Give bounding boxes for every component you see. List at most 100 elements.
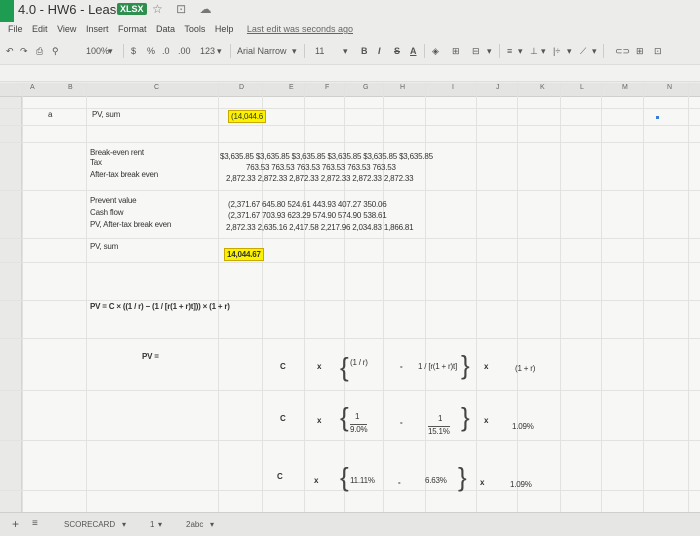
last-edit-link[interactable]: Last edit was seconds ago [247, 24, 353, 34]
all-sheets-icon[interactable]: ≡ [32, 518, 38, 529]
multiplier-value-2[interactable]: 1.09% [510, 480, 532, 489]
tab-chevron-icon[interactable]: ▾ [158, 520, 162, 529]
column-header-g[interactable]: G [363, 84, 368, 91]
tax-label[interactable]: Tax [90, 158, 102, 167]
redo-icon[interactable]: ↷ [20, 46, 28, 57]
column-header-h[interactable]: H [400, 84, 405, 91]
insert-chart-icon[interactable]: ⊡ [654, 46, 662, 57]
c-cell-2[interactable]: C [280, 414, 286, 423]
aftertax-label[interactable]: After-tax break even [90, 170, 158, 179]
merge-chevron-icon[interactable]: ▾ [487, 46, 492, 57]
menu-format[interactable]: Format [118, 24, 147, 34]
vertical-align-icon[interactable]: ⊥ [530, 46, 538, 57]
fill-color-icon[interactable]: ◈ [432, 46, 439, 57]
tab-chevron-icon[interactable]: ▾ [122, 520, 126, 529]
multiplier-value-1[interactable]: 1.09% [512, 422, 534, 431]
text-wrap-icon[interactable]: |÷ [553, 46, 560, 56]
rate-value[interactable]: 9.0% [350, 424, 368, 434]
pv-sum-cell[interactable]: (14,044.6 [228, 110, 267, 123]
text-color-button[interactable]: A [410, 46, 417, 56]
currency-button[interactable]: $ [131, 46, 136, 56]
annuity-expression[interactable]: 1 / [r(1 + r)t] [418, 362, 457, 371]
column-header-i[interactable]: I [452, 84, 454, 91]
breakeven-row[interactable]: $3,635.85 $3,635.85 $3,635.85 $3,635.85 … [220, 152, 433, 161]
pv-sum-label[interactable]: PV, sum [92, 110, 120, 119]
merge-cells-icon[interactable]: ⊟ [472, 46, 480, 57]
prevent-value-label[interactable]: Prevent value [90, 196, 137, 205]
pv-sum-label-2[interactable]: PV, sum [90, 242, 118, 251]
minus-cell-2[interactable]: - [400, 418, 403, 427]
pv-equals-label[interactable]: PV = [142, 352, 159, 361]
column-header-j[interactable]: J [496, 84, 500, 91]
minus-cell-3[interactable]: - [398, 478, 401, 487]
rotation-chevron-icon[interactable]: ▾ [592, 46, 597, 57]
breakeven-label[interactable]: Break-even rent [90, 148, 144, 157]
increase-decimal-button[interactable]: .00 [178, 46, 191, 56]
paint-format-icon[interactable]: ⚲ [52, 46, 59, 57]
tax-row[interactable]: 763.53 763.53 763.53 763.53 763.53 763.5… [246, 163, 396, 172]
column-header-e[interactable]: E [289, 84, 294, 91]
sheet-tab-1[interactable]: 1 [150, 520, 154, 529]
add-sheet-button[interactable]: + [12, 517, 19, 531]
denominator-value[interactable]: 15.1% [428, 426, 450, 436]
pv-formula[interactable]: PV = C × ((1 / r) − (1 / [r(1 + r)t])) ×… [90, 302, 230, 311]
document-title[interactable]: 4.0 - HW6 - Leases [18, 2, 130, 17]
font-select[interactable]: Arial Narrow [237, 46, 287, 56]
menu-insert[interactable]: Insert [86, 24, 109, 34]
formula-bar[interactable] [0, 64, 700, 82]
column-header-n[interactable]: N [667, 84, 672, 91]
times-cell-5[interactable]: x [314, 476, 318, 485]
column-header-d[interactable]: D [239, 84, 244, 91]
c-cell-3[interactable]: C [277, 472, 283, 481]
cash-flow-row[interactable]: (2,371.67 703.93 623.29 574.90 574.90 53… [228, 211, 387, 220]
formats-chevron-icon[interactable]: ▾ [217, 46, 222, 57]
c-cell-1[interactable]: C [280, 362, 286, 371]
sheet-tab-scorecard[interactable]: SCORECARD [64, 520, 115, 529]
column-header-a[interactable]: A [30, 84, 35, 91]
column-header-f[interactable]: F [325, 84, 329, 91]
align-chevron-icon[interactable]: ▾ [518, 46, 523, 57]
font-chevron-icon[interactable]: ▾ [292, 46, 297, 57]
menu-help[interactable]: Help [215, 24, 234, 34]
zoom-chevron-icon[interactable]: ▾ [108, 46, 113, 57]
times-cell-1[interactable]: x [317, 362, 321, 371]
aftertax-row[interactable]: 2,872.33 2,872.33 2,872.33 2,872.33 2,87… [226, 174, 414, 183]
valign-chevron-icon[interactable]: ▾ [541, 46, 546, 57]
menu-file[interactable]: File [8, 24, 23, 34]
print-icon[interactable]: ⎙ [36, 46, 43, 57]
pv-aftertax-row[interactable]: 2,872.33 2,635.16 2,417.58 2,217.96 2,03… [226, 223, 414, 232]
one-label-1[interactable]: 1 [355, 412, 359, 421]
italic-button[interactable]: I [378, 46, 381, 56]
strikethrough-button[interactable]: S [394, 46, 400, 56]
inverse-rate-value[interactable]: 11.11% [350, 476, 375, 485]
column-header-b[interactable]: B [68, 84, 73, 91]
one-label-2[interactable]: 1 [438, 414, 442, 423]
times-cell-2[interactable]: x [484, 362, 488, 371]
inv-r-expression[interactable]: (1 / r) [350, 358, 368, 367]
borders-icon[interactable]: ⊞ [452, 46, 460, 57]
pv-aftertax-label[interactable]: PV, After-tax break even [90, 220, 171, 229]
cash-flow-label[interactable]: Cash flow [90, 208, 124, 217]
column-header-c[interactable]: C [154, 84, 159, 91]
menu-edit[interactable]: Edit [32, 24, 48, 34]
minus-cell-1[interactable]: - [400, 362, 403, 371]
insert-link-icon[interactable]: ⊂⊃ [615, 46, 630, 57]
pv-sum-cell-2[interactable]: 14,044.67 [224, 248, 264, 261]
middle-value[interactable]: 6.63% [425, 476, 447, 485]
horizontal-align-icon[interactable]: ≡ [507, 46, 512, 56]
wrap-chevron-icon[interactable]: ▾ [567, 46, 572, 57]
column-header-m[interactable]: M [622, 84, 628, 91]
sheet-tab-2abc[interactable]: 2abc [186, 520, 203, 529]
column-header-k[interactable]: K [540, 84, 545, 91]
times-cell-6[interactable]: x [480, 478, 484, 487]
menu-data[interactable]: Data [156, 24, 175, 34]
zoom-select[interactable]: 100% [86, 46, 109, 56]
font-size-select[interactable]: 11 [315, 46, 324, 56]
decrease-decimal-button[interactable]: .0 [162, 46, 170, 56]
percent-button[interactable]: % [147, 46, 155, 56]
prevent-value-row[interactable]: (2,371.67 645.80 524.61 443.93 407.27 35… [228, 200, 387, 209]
font-size-chevron-icon[interactable]: ▾ [343, 46, 348, 57]
times-cell-3[interactable]: x [317, 416, 321, 425]
text-rotation-icon[interactable]: ⟋ [580, 46, 586, 57]
times-cell-4[interactable]: x [484, 416, 488, 425]
